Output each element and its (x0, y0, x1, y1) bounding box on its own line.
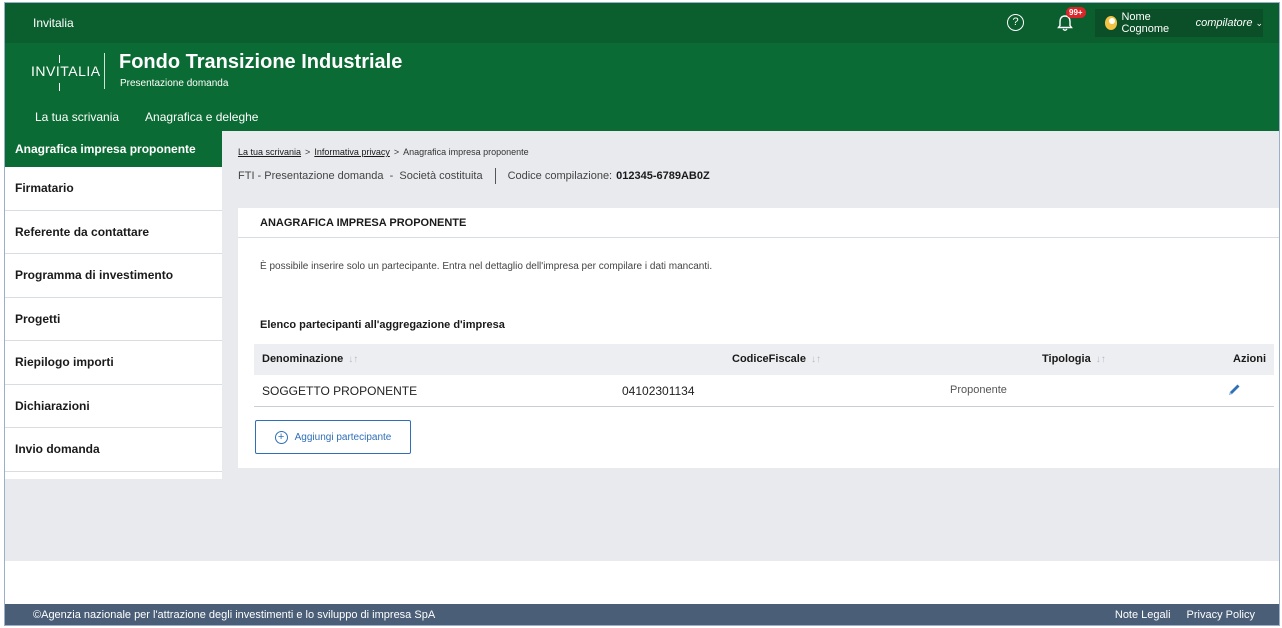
table-row[interactable]: SOGGETTO PROPONENTE 04102301134 Proponen… (254, 375, 1274, 407)
chevron-down-icon: ⌄ (1255, 17, 1263, 28)
avatar (1105, 16, 1118, 30)
column-label: Tipologia (1042, 353, 1091, 365)
code-label: Codice compilazione: (507, 170, 613, 182)
breadcrumb-current: Anagrafica impresa proponente (403, 147, 529, 157)
table-header: Denominazione ↓↑ CodiceFiscale ↓↑ Tipologi… (254, 344, 1274, 375)
help-icon[interactable]: ? (1007, 14, 1024, 31)
logo-text: INVITALIA (31, 63, 101, 79)
add-participant-label: Aggiungi partecipante (294, 431, 392, 443)
breadcrumb-link-scrivania[interactable]: La tua scrivania (238, 147, 301, 157)
sort-icon[interactable]: ↓↑ (811, 354, 821, 365)
breadcrumb-link-privacy[interactable]: Informativa privacy (314, 147, 390, 157)
footer-copyright: ©Agenzia nazionale per l'attrazione degl… (33, 609, 436, 621)
column-denominazione[interactable]: Denominazione ↓↑ (262, 353, 358, 365)
card-title: ANAGRAFICA IMPRESA PROPONENTE (238, 208, 1279, 238)
user-menu[interactable]: Nome Cognome compilatore ⌄ (1095, 9, 1263, 37)
column-label: Denominazione (262, 353, 344, 365)
sidebar-item-dichiarazioni[interactable]: Dichiarazioni (5, 385, 222, 428)
sidebar-item-riepilogo[interactable]: Riepilogo importi (5, 341, 222, 385)
sidebar-item-firmatario[interactable]: Firmatario (5, 167, 222, 211)
invitalia-logo[interactable]: INVITALIA (31, 55, 101, 91)
top-bar: Invitalia ? 99+ Nome Cognome compilatore… (5, 3, 1279, 43)
list-title: Elenco partecipanti all'aggregazione d'i… (260, 319, 505, 331)
sidebar-item-programma[interactable]: Programma di investimento (5, 254, 222, 298)
breadcrumb: La tua scrivania > Informativa privacy > Ana… (238, 147, 529, 157)
info-text: È possibile inserire solo un partecipant… (260, 261, 713, 272)
main-content: La tua scrivania > Informativa privacy > Ana… (222, 131, 1279, 561)
column-label: CodiceFiscale (732, 353, 806, 365)
cell-denominazione: SOGGETTO PROPONENTE (262, 384, 418, 398)
sort-icon[interactable]: ↓↑ (348, 354, 358, 365)
app-window: Invitalia ? 99+ Nome Cognome compilatore… (4, 2, 1280, 626)
application-meta: FTI - Presentazione domanda - Società co… (238, 168, 710, 184)
breadcrumb-separator: > (393, 147, 400, 157)
sidebar-item-referente[interactable]: Referente da contattare (5, 211, 222, 254)
participants-card: ANAGRAFICA IMPRESA PROPONENTE È possibil… (238, 208, 1279, 468)
plus-circle-icon: + (274, 430, 288, 444)
application-type: FTI - Presentazione domanda - Società co… (238, 170, 483, 182)
header-divider (104, 53, 105, 89)
column-azioni: Azioni (1233, 353, 1266, 365)
logo-mark-top (59, 55, 60, 63)
brand-link[interactable]: Invitalia (33, 16, 74, 30)
footer-links: Note Legali Privacy Policy (1115, 609, 1255, 621)
footer: ©Agenzia nazionale per l'attrazione degl… (5, 604, 1279, 625)
meta-divider (494, 168, 496, 184)
notification-badge: 99+ (1066, 7, 1086, 18)
sidebar-item-invio[interactable]: Invio domanda (5, 428, 222, 472)
app-header: INVITALIA Fondo Transizione Industriale … (5, 43, 1279, 131)
page-title: Fondo Transizione Industriale (119, 51, 403, 73)
logo-mark-bottom (59, 83, 60, 91)
sort-icon[interactable]: ↓↑ (1096, 354, 1106, 365)
sidebar: Anagrafica impresa proponente Firmatario… (5, 131, 222, 479)
add-participant-button[interactable]: + Aggiungi partecipante (255, 420, 411, 454)
footer-link-note-legali[interactable]: Note Legali (1115, 609, 1171, 621)
footer-link-privacy[interactable]: Privacy Policy (1187, 609, 1255, 621)
sidebar-item-progetti[interactable]: Progetti (5, 298, 222, 341)
sidebar-filler (5, 479, 222, 561)
user-role: compilatore (1195, 17, 1253, 29)
breadcrumb-separator: > (305, 147, 311, 157)
column-codice-fiscale[interactable]: CodiceFiscale ↓↑ (732, 353, 821, 365)
nav-la-tua-scrivania[interactable]: La tua scrivania (35, 110, 119, 124)
cell-tipologia: Proponente (950, 384, 1007, 396)
column-tipologia[interactable]: Tipologia ↓↑ (1042, 353, 1106, 365)
header-nav: La tua scrivania Anagrafica e deleghe (35, 110, 258, 124)
sidebar-item-anagrafica[interactable]: Anagrafica impresa proponente (5, 131, 222, 167)
user-name: Nome Cognome (1121, 11, 1170, 35)
page-subtitle: Presentazione domanda (120, 78, 229, 89)
edit-pencil-icon[interactable] (1226, 382, 1242, 398)
cell-codice-fiscale: 04102301134 (622, 384, 695, 398)
code-value: 012345-6789AB0Z (616, 170, 710, 182)
nav-anagrafica-e-deleghe[interactable]: Anagrafica e deleghe (145, 110, 258, 124)
